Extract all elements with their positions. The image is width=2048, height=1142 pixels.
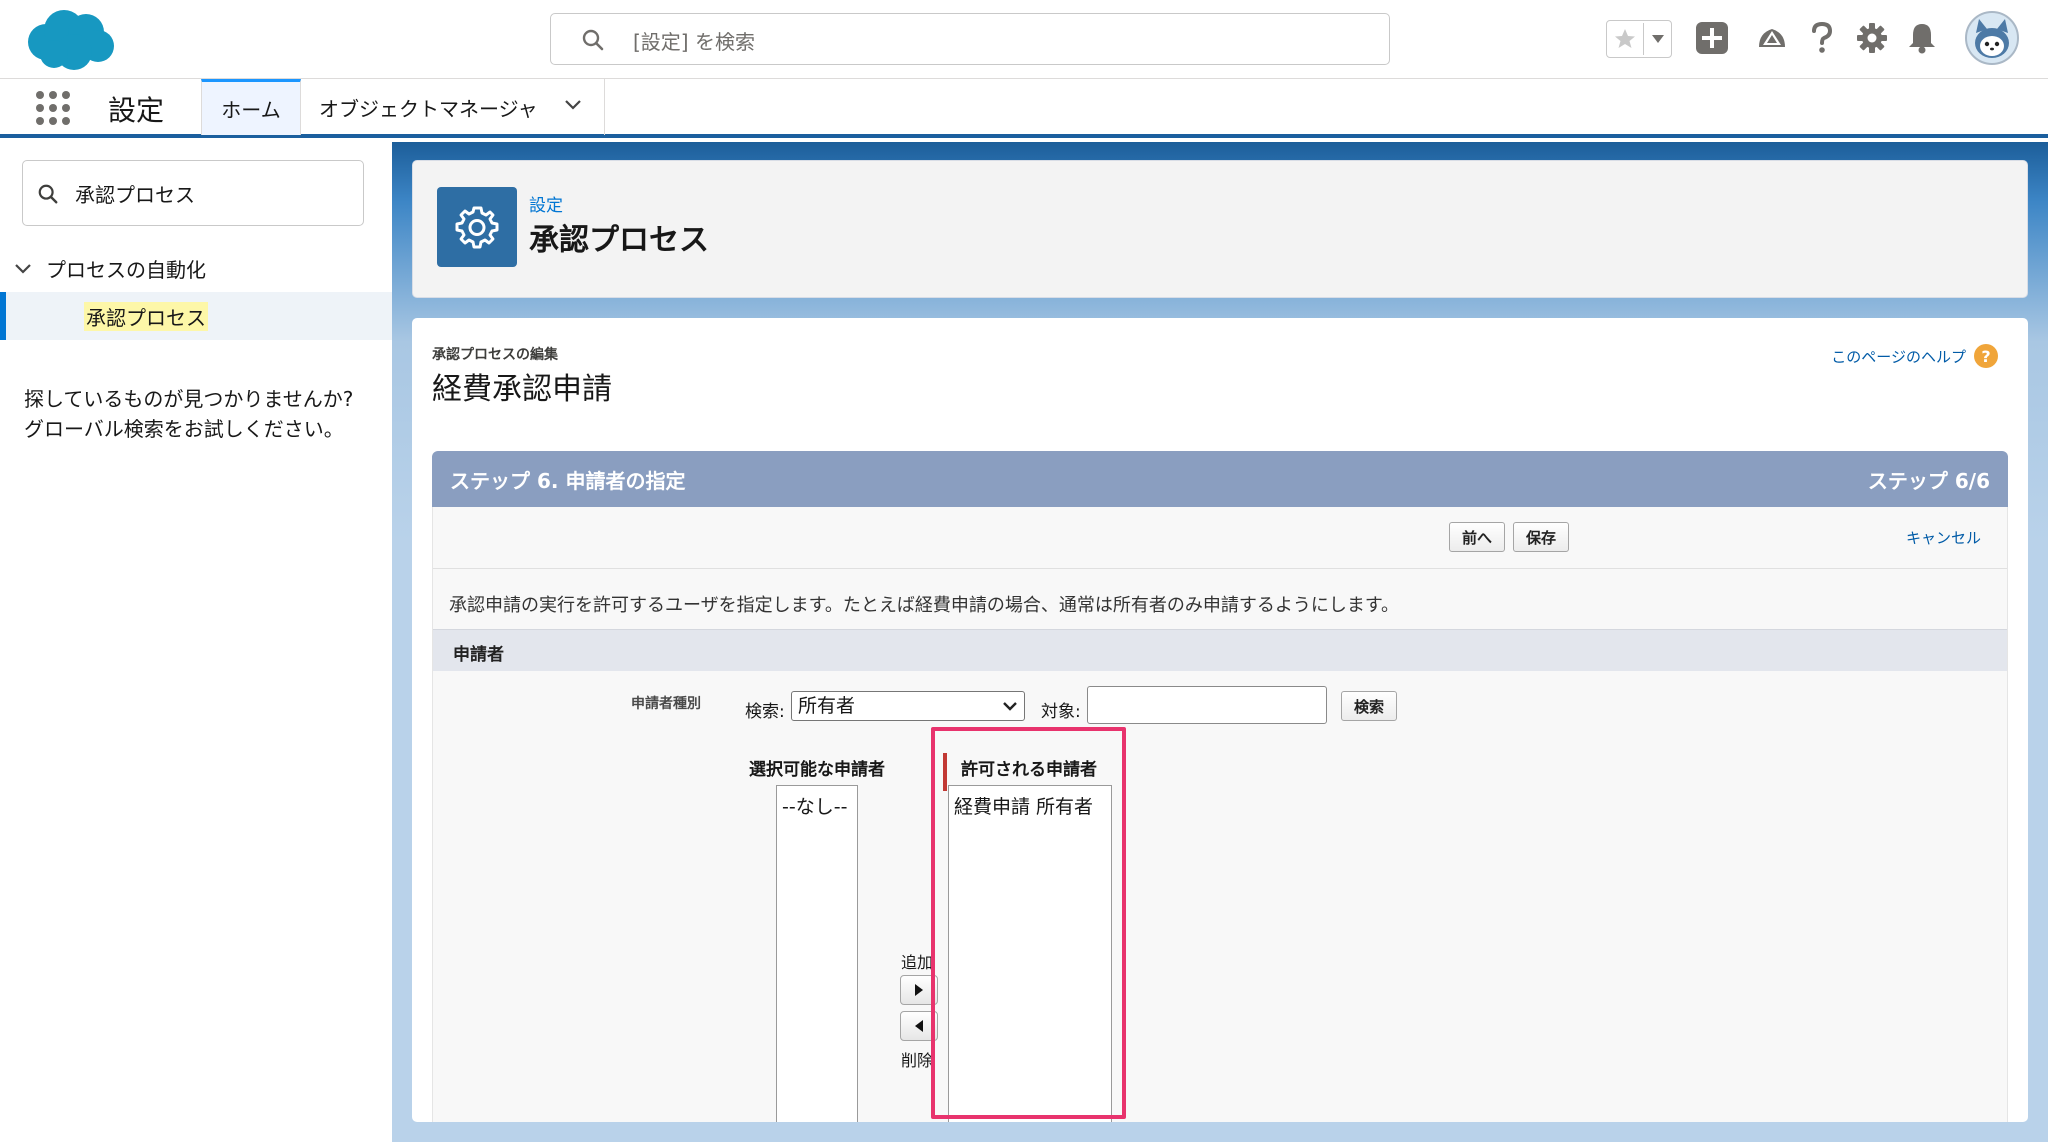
search-icon xyxy=(582,29,604,51)
list-item[interactable]: 経費申請 所有者 xyxy=(954,792,1093,819)
quick-find-input[interactable]: 承認プロセス xyxy=(22,160,364,226)
favorites-control[interactable] xyxy=(1606,20,1672,58)
submitter-type-label: 申請者種別 xyxy=(631,696,701,712)
chevron-down-icon xyxy=(1651,35,1664,43)
astro-avatar-icon xyxy=(1975,19,2009,58)
trailhead-button[interactable] xyxy=(1752,18,1792,58)
step-body: 前へ 保存 キャンセル 承認申請の実行を許可するユーザを指定します。たとえば経費… xyxy=(432,507,2008,1122)
tab-home[interactable]: ホーム xyxy=(201,79,301,135)
remove-label: 削除 xyxy=(901,1051,934,1070)
app-nav-bar: 設定 ホーム オブジェクトマネージャ xyxy=(0,78,2048,138)
cancel-link[interactable]: キャンセル xyxy=(1906,527,1981,548)
gear-icon xyxy=(455,206,499,249)
setup-gear-button[interactable] xyxy=(1852,18,1892,58)
help-icon xyxy=(1812,21,1833,53)
submitter-type-select[interactable]: 所有者 xyxy=(791,691,1025,721)
sidebar-help-text: 探しているものが見つかりませんか? グローバル検索をお試しください。 xyxy=(24,384,353,444)
step-title: ステップ 6. 申請者の指定 xyxy=(450,469,686,493)
search-placeholder: [設定] を検索 xyxy=(633,30,755,54)
step-header-bar: ステップ 6. 申請者の指定 ステップ 6/6 xyxy=(432,451,2008,507)
page-header: 設定 承認プロセス xyxy=(412,160,2028,298)
salesforce-cloud-icon[interactable] xyxy=(24,8,116,72)
global-actions-button[interactable] xyxy=(1692,18,1732,58)
step-count: ステップ 6/6 xyxy=(1867,469,1990,493)
tab-object-manager-label: オブジェクトマネージャ xyxy=(319,96,538,121)
section-title: 申請者 xyxy=(453,645,504,665)
star-icon xyxy=(1615,29,1635,48)
plus-icon xyxy=(1696,22,1728,54)
help-button[interactable] xyxy=(1802,18,1842,58)
search-label: 検索: xyxy=(745,702,785,722)
previous-button[interactable]: 前へ xyxy=(1449,522,1505,552)
tree-node-label: 承認プロセス xyxy=(84,302,208,331)
breadcrumb-setup[interactable]: 設定 xyxy=(529,191,563,216)
required-marker xyxy=(943,753,947,791)
chevron-down-icon[interactable] xyxy=(14,263,32,275)
search-icon xyxy=(38,184,58,204)
bell-icon xyxy=(1909,24,1935,54)
step-description: 承認申請の実行を許可するユーザを指定します。たとえば経費申請の場合、通常は所有者… xyxy=(449,595,1400,616)
page-help-label: このページのヘルプ xyxy=(1831,347,1966,366)
search-button[interactable]: 検索 xyxy=(1341,691,1397,721)
global-search-input[interactable]: [設定] を検索 xyxy=(550,13,1390,65)
global-header: [設定] を検索 xyxy=(0,0,2048,78)
select-value: 所有者 xyxy=(798,695,856,717)
tree-node-process-automation[interactable]: プロセスの自動化 xyxy=(14,254,206,283)
add-label: 追加 xyxy=(901,953,934,972)
arrow-left-icon xyxy=(915,1020,923,1032)
submitter-section: 申請者種別 検索: 所有者 対象: 検索 選択可能な申請者 --なし-- 追加 xyxy=(433,671,2007,1122)
target-label: 対象: xyxy=(1041,702,1081,722)
setup-sidebar: 承認プロセス プロセスの自動化 承認プロセス 探しているものが見つかりませんか?… xyxy=(0,142,392,1142)
record-title: 経費承認申請 xyxy=(432,372,612,407)
arrow-right-icon xyxy=(915,984,923,996)
help-line: グローバル検索をお試しください。 xyxy=(24,417,344,441)
list-item[interactable]: --なし-- xyxy=(782,792,847,819)
add-button[interactable] xyxy=(900,975,938,1005)
tab-object-manager[interactable]: オブジェクトマネージャ xyxy=(301,79,605,135)
target-input[interactable] xyxy=(1087,686,1327,724)
page-title: 承認プロセス xyxy=(529,223,709,258)
tree-node-approval-processes[interactable]: 承認プロセス xyxy=(0,292,392,340)
section-header: 申請者 xyxy=(433,629,2007,671)
allowed-submitters-header: 許可される申請者 xyxy=(961,760,1097,780)
tree-node-label: プロセスの自動化 xyxy=(46,258,206,282)
trailhead-icon xyxy=(1759,29,1785,47)
favorites-dropdown-button[interactable] xyxy=(1643,23,1671,55)
available-submitters-list[interactable]: --なし-- xyxy=(776,785,858,1122)
app-launcher-icon[interactable] xyxy=(36,91,70,125)
notifications-button[interactable] xyxy=(1902,18,1942,58)
help-line: 探しているものが見つかりませんか? xyxy=(24,387,354,411)
favorite-star-button[interactable] xyxy=(1607,21,1643,57)
gear-icon xyxy=(1857,23,1887,53)
available-submitters-header: 選択可能な申請者 xyxy=(749,760,885,780)
setup-gear-tile xyxy=(437,187,517,267)
save-button[interactable]: 保存 xyxy=(1513,522,1569,552)
chevron-down-icon xyxy=(1003,702,1017,711)
approval-edit-card: 承認プロセスの編集 経費承認申請 このページのヘルプ ? ステップ 6. 申請者… xyxy=(412,318,2028,1122)
page-help-link[interactable]: このページのヘルプ ? xyxy=(1831,344,1998,368)
button-row: 前へ 保存 キャンセル xyxy=(433,507,2007,569)
user-avatar[interactable] xyxy=(1965,11,2019,65)
allowed-submitters-list[interactable]: 経費申請 所有者 xyxy=(948,785,1112,1122)
quick-find-value: 承認プロセス xyxy=(75,183,195,207)
help-icon[interactable]: ? xyxy=(1974,344,1998,368)
app-name: 設定 xyxy=(108,94,165,127)
chevron-down-icon[interactable] xyxy=(564,99,582,111)
edit-label: 承認プロセスの編集 xyxy=(432,347,558,363)
remove-button[interactable] xyxy=(900,1011,938,1041)
